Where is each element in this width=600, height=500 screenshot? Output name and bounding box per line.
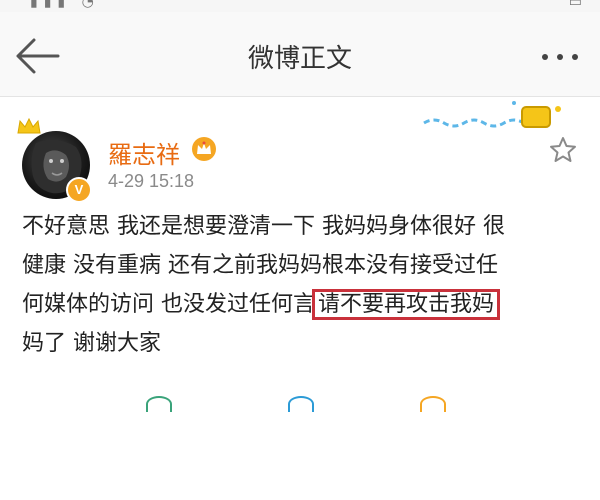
content-line: 健康 没有重病 还有之前我妈妈根本没有接受过任 [22, 253, 498, 278]
post-content: 不好意思 我还是想要澄清一下 我妈妈身体很好 很 健康 没有重病 还有之前我妈妈… [22, 207, 588, 363]
signal-icon: ▮▮▮ ◔ [30, 0, 100, 10]
weibo-post: V 羅志祥 4-29 15:18 不好意思 我还是想要澄清一下 我妈妈身体很好 … [0, 97, 600, 403]
card-decoration-icon [423, 101, 561, 128]
author-name[interactable]: 羅志祥 [108, 135, 180, 170]
post-actions [0, 493, 600, 500]
post-timestamp: 4-29 15:18 [108, 171, 195, 191]
page-title: 微博正文 [247, 44, 352, 74]
battery-icon: ▭ [568, 0, 582, 10]
content-line: 妈了 谢谢大家 [22, 331, 161, 356]
star-icon [550, 137, 576, 162]
content-line: 何媒体的访问 也没发过任何言 请不要再攻击我妈 [22, 285, 588, 324]
highlighted-text: 请不要再攻击我妈 [311, 289, 501, 320]
crown-icon [192, 137, 216, 161]
more-button[interactable] [538, 38, 582, 74]
action-icon[interactable] [420, 396, 446, 412]
content-text: 何媒体的访问 也没发过任何言 [22, 292, 315, 317]
nav-bar: 微博正文 [0, 12, 600, 97]
content-line: 不好意思 我还是想要澄清一下 我妈妈身体很好 很 [22, 214, 505, 239]
action-icon[interactable] [146, 396, 172, 412]
bottom-toolbar [0, 396, 600, 412]
verified-badge: V [66, 177, 92, 203]
favorite-button[interactable] [548, 135, 578, 165]
status-bar: ▮▮▮ ◔ ▭ [0, 0, 600, 12]
action-icon[interactable] [288, 396, 314, 412]
more-dots-icon [542, 54, 548, 60]
